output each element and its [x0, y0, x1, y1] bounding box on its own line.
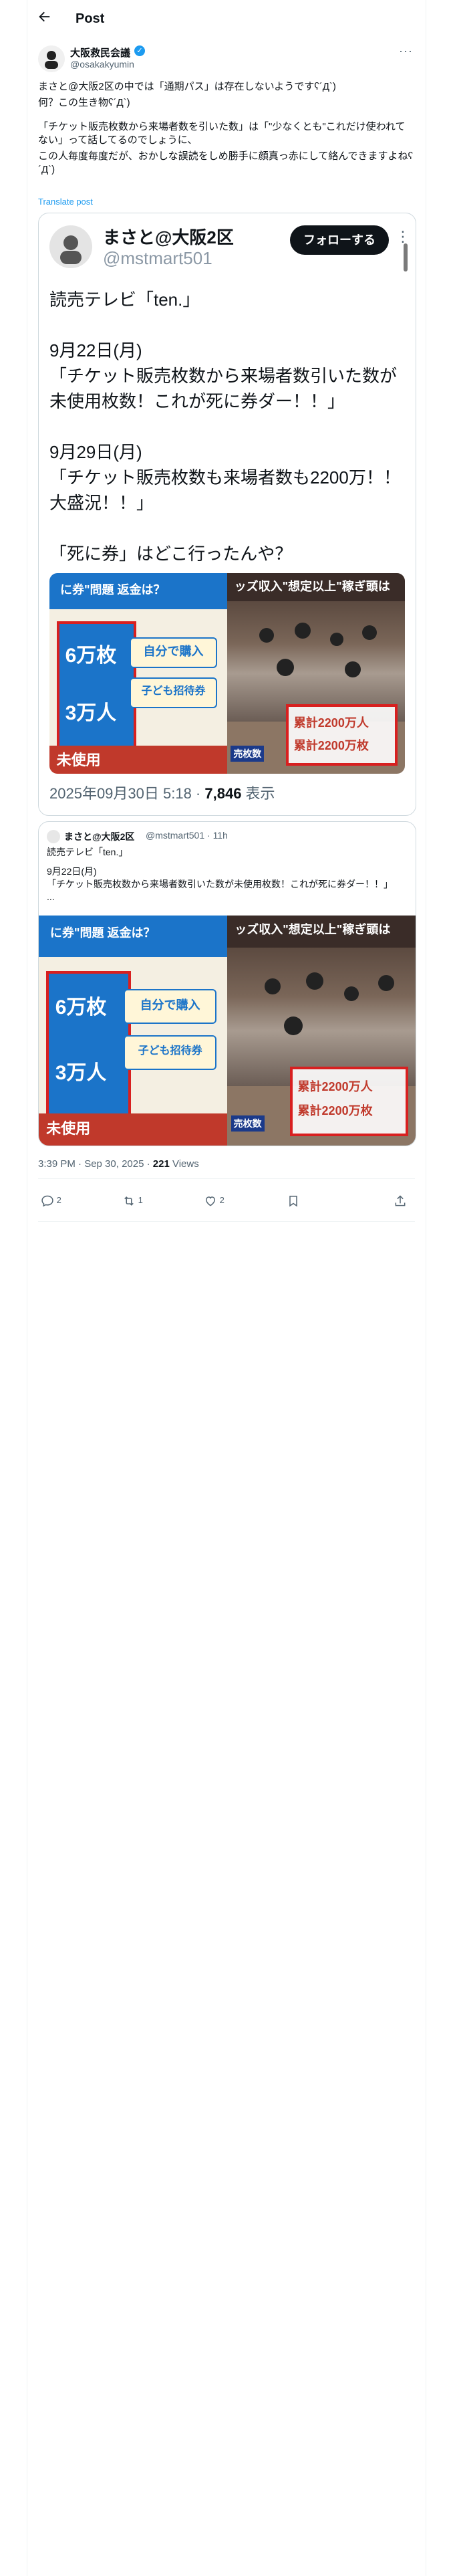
image-stat: 累計2200万人 — [293, 716, 369, 730]
follow-button[interactable]: フォローする — [290, 225, 389, 255]
image-caption: 未使用 — [46, 1119, 91, 1137]
bookmark-icon — [289, 1195, 297, 1207]
reply-button[interactable]: 2 — [41, 1193, 61, 1208]
tv-image-left[interactable]: に券"問題 返金は？ 6万枚 3万人 自分で購入 子ども招待券 未使用 — [49, 573, 227, 774]
quote-line: 「チケット販売枚数も来場者数も2200万！！大盛況！！」 — [49, 467, 401, 513]
quote-text: 読売テレビ「ten.」 9月22日(月) 「チケット販売枚数から来場者数引いた数… — [49, 287, 410, 566]
author-name[interactable]: 大阪救民会議 — [70, 45, 130, 60]
image-number: 3万人 — [65, 702, 117, 724]
action-bar: 2 1 2 — [38, 1184, 415, 1218]
more-options-icon[interactable]: ··· — [399, 44, 413, 58]
image-stat: 累計2200万枚 — [293, 739, 369, 752]
image-stat: 累計2200万枚 — [297, 1103, 373, 1117]
numbers-panel: 6万枚 3万人 — [56, 621, 137, 751]
reply-icon — [41, 1195, 53, 1207]
views-label: Views — [169, 1158, 199, 1170]
tv-image-right[interactable]: ッズ収入"想定以上"稼ぎ頭は 累計2200万人 累計2200万枚 売枚数 — [227, 573, 405, 774]
crowd-photo — [227, 948, 416, 1086]
reply-count: 2 — [56, 1195, 61, 1205]
stat-box: 累計2200万人 累計2200万枚 — [285, 704, 398, 766]
image-number: 3万人 — [55, 1062, 107, 1085]
timestamp-text: 3:39 PM · Sep 30, 2025 · — [38, 1158, 153, 1170]
quoted-meta: @mstmart501 · 11h — [146, 830, 228, 841]
image-stat: 累計2200万人 — [297, 1079, 373, 1093]
quote-line: 「チケット販売枚数から来場者数引いた数が未使用枚数！これが死に券ダー！！」 — [49, 366, 398, 411]
image-option: 自分で購入 — [123, 989, 217, 1025]
repost-icon — [124, 1196, 134, 1206]
quoted-avatar — [47, 830, 60, 843]
like-button[interactable]: 2 — [204, 1193, 224, 1208]
quoted-line: 9月22日(月) — [47, 866, 97, 877]
image-caption: ッズ収入"想定以上"稼ぎ頭は — [234, 579, 390, 593]
translate-post-link[interactable]: Translate post — [38, 197, 93, 207]
more-options-icon[interactable]: ⋮ — [396, 228, 410, 245]
image-caption: 売枚数 — [231, 1115, 265, 1132]
main-column: Post 大阪救民会議 ✓ @osakakyumin ··· まさと@大阪2区の… — [27, 0, 426, 2576]
back-button[interactable] — [37, 9, 55, 28]
quote-date: 2025年09月30日 5:18 · 7,846 表示 — [49, 782, 275, 803]
page-title: Post — [76, 11, 105, 26]
quote-views-count: 7,846 — [204, 785, 242, 802]
quote-line: 「死に券」はどこ行ったんや？ — [49, 544, 293, 564]
post-text: まさと@大阪2区の中では「通期パス」は存在しないようですʕ´Д`) 何？この生き… — [38, 80, 415, 179]
quote-date-text: 2025年09月30日 5:18 · — [49, 785, 205, 802]
image-option: 子ども招待券 — [123, 1035, 217, 1071]
crowd-photo — [227, 601, 405, 722]
views-count: 221 — [152, 1158, 170, 1170]
bookmark-button[interactable] — [287, 1193, 300, 1208]
quote-views-label: 表示 — [241, 785, 275, 802]
image-caption: に券"問題 返金は？ — [59, 582, 166, 597]
image-number: 6万枚 — [65, 645, 117, 667]
quote-avatar — [49, 225, 92, 268]
quote-images[interactable]: に券"問題 返金は？ 6万枚 3万人 自分で購入 子ども招待券 未使用 ッズ収入… — [49, 573, 405, 774]
arrow-left-icon — [39, 11, 50, 22]
image-caption: に券"問題 返金は？ — [49, 926, 156, 940]
numbers-panel: 6万枚 3万人 — [46, 970, 131, 1119]
share-button[interactable] — [394, 1193, 407, 1208]
divider — [38, 1221, 415, 1222]
stat-box: 累計2200万人 累計2200万枚 — [289, 1066, 408, 1137]
top-bar: Post — [27, 0, 426, 37]
image-caption: 売枚数 — [231, 746, 265, 762]
divider — [38, 1178, 415, 1179]
quoted-line: ... — [47, 891, 55, 902]
quote-line: 9月29日(月) — [49, 442, 142, 462]
quoted-tweet[interactable]: まさと@大阪2区 @mstmart501 · 11h 読売テレビ「ten.」 9… — [38, 821, 416, 1146]
quoted-line: 「チケット販売枚数から来場者数引いた数が未使用枚数！これが死に券ダー！！」 — [47, 879, 393, 889]
post-line: この人毎度毎度だが、おかしな誤読をしめ勝手に顔真っ赤にして絡んできますよねʕ´Д… — [38, 150, 414, 175]
quote-author-name: まさと@大阪2区 — [103, 227, 234, 247]
image-caption: ッズ収入"想定以上"稼ぎ頭は — [235, 922, 391, 936]
author-handle[interactable]: @osakakyumin — [70, 59, 134, 70]
like-icon — [205, 1196, 216, 1206]
tv-image-right[interactable]: ッズ収入"想定以上"稼ぎ頭は 累計2200万人 累計2200万枚 売枚数 — [227, 916, 416, 1146]
quoted-images[interactable]: に券"問題 返金は？ 6万枚 3万人 自分で購入 子ども招待券 未使用 ッズ収入… — [39, 916, 416, 1146]
quoted-line: 読売テレビ「ten.」 — [47, 847, 128, 857]
quote-line: 9月22日(月) — [49, 340, 142, 360]
image-option: 子ども招待券 — [129, 677, 218, 708]
repost-button[interactable]: 1 — [122, 1193, 143, 1208]
quoted-author-name: まさと@大阪2区 — [64, 831, 135, 842]
share-icon — [395, 1195, 406, 1206]
post-timestamp[interactable]: 3:39 PM · Sep 30, 2025 · 221 Views — [38, 1158, 199, 1170]
post-line: 何？この生き物ʕ´Д`) — [38, 97, 130, 108]
post-line: 「チケット販売枚数から来場者数を引いた数」は「"少なくとも"これだけ使われてない… — [38, 121, 406, 146]
quote-line: 読売テレビ「ten.」 — [49, 290, 200, 310]
scrollbar[interactable] — [404, 243, 408, 272]
quote-author-handle: @mstmart501 — [103, 248, 212, 268]
image-caption: 未使用 — [56, 752, 101, 769]
tv-image-left[interactable]: に券"問題 返金は？ 6万枚 3万人 自分で購入 子ども招待券 未使用 — [39, 916, 227, 1146]
like-count: 2 — [219, 1195, 224, 1205]
quoted-text: 読売テレビ「ten.」 9月22日(月) 「チケット販売枚数から来場者数引いた数… — [47, 846, 408, 903]
verified-badge-icon: ✓ — [134, 45, 145, 56]
image-option: 自分で購入 — [129, 637, 218, 668]
avatar[interactable] — [38, 45, 65, 72]
repost-count: 1 — [138, 1195, 143, 1205]
post-line: まさと@大阪2区の中では「通期パス」は存在しないようですʕ´Д`) — [38, 81, 336, 92]
image-number: 6万枚 — [55, 996, 107, 1019]
screenshot-card[interactable]: まさと@大阪2区 @mstmart501 フォローする ⋮ 読売テレビ「ten.… — [38, 213, 416, 816]
